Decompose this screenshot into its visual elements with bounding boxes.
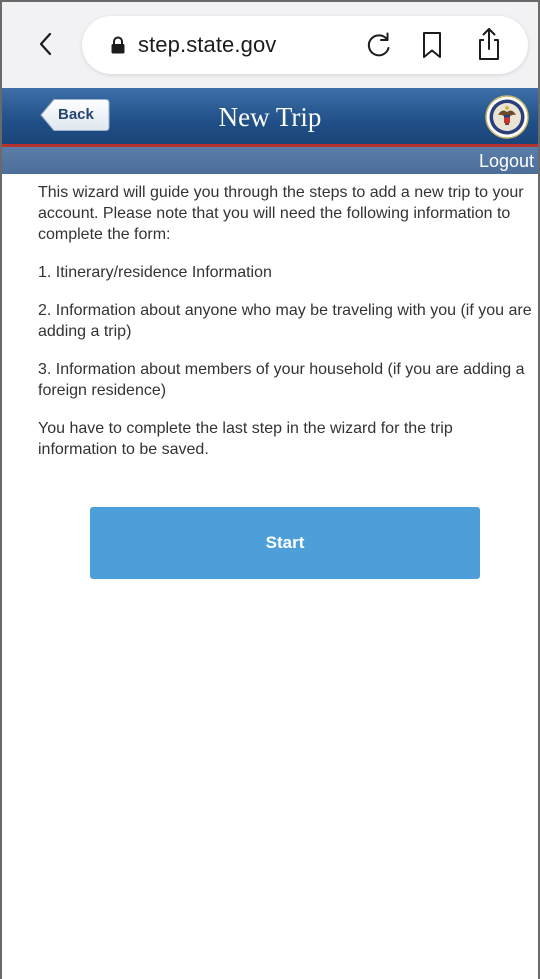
start-button[interactable]: Start: [90, 507, 480, 579]
sub-navigation-bar: Logout: [2, 147, 538, 174]
wizard-intro: This wizard will guide you through the s…: [38, 182, 534, 477]
logout-link[interactable]: Logout: [479, 151, 534, 172]
intro-text: This wizard will guide you through the s…: [38, 184, 524, 243]
state-department-seal-icon: [485, 95, 529, 139]
reload-icon[interactable]: [364, 30, 394, 60]
address-bar[interactable]: step.state.gov: [82, 16, 528, 74]
device-frame: step.state.gov Back New Trip Logout This…: [0, 0, 540, 979]
url-text[interactable]: step.state.gov: [138, 32, 276, 58]
completion-note: You have to complete the last step in th…: [38, 420, 453, 458]
browser-back-button[interactable]: [30, 24, 60, 64]
requirement-item-1: 1. Itinerary/residence Information: [38, 264, 272, 281]
chevron-left-icon: [39, 32, 52, 56]
page-title: New Trip: [218, 102, 322, 132]
requirement-item-3: 3. Information about members of your hou…: [38, 361, 525, 399]
app-header: Back New Trip: [2, 88, 538, 146]
browser-toolbar: step.state.gov: [2, 2, 538, 88]
bookmark-icon[interactable]: [418, 30, 446, 60]
requirement-item-2: 2. Information about anyone who may be t…: [38, 302, 532, 340]
share-icon[interactable]: [474, 26, 504, 62]
lock-icon: [111, 36, 125, 54]
